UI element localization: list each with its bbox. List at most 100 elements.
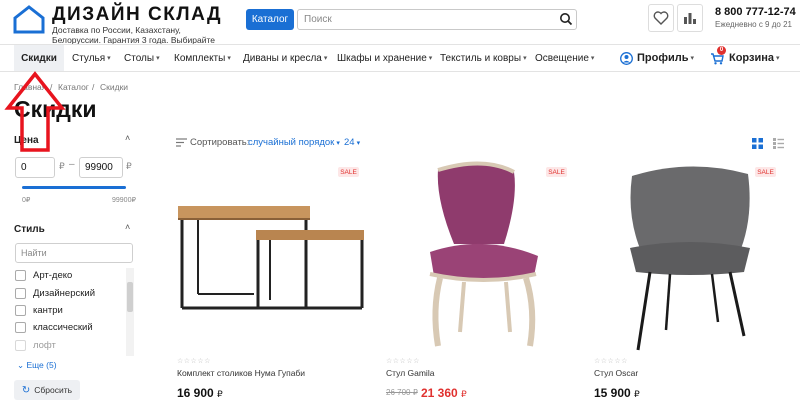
style-option-label: лофт xyxy=(33,339,56,351)
profile-label: Профиль xyxy=(637,52,689,64)
style-option-label: классический xyxy=(33,321,93,333)
product-image[interactable] xyxy=(620,160,760,352)
grid-view-icon[interactable] xyxy=(752,138,763,149)
range-max-label: 99900₽ xyxy=(112,197,136,204)
chevron-down-icon: ▾ xyxy=(107,55,111,62)
style-option[interactable]: Арт-деко xyxy=(15,268,72,282)
product-sale-price: 21 360 ₽ xyxy=(421,386,467,400)
product-name[interactable]: Комплект столиков Нума Гупаби xyxy=(177,368,305,378)
style-option[interactable]: кантри xyxy=(15,303,63,317)
annotation-arrow xyxy=(4,71,66,152)
nav-item-tables[interactable]: Столы ▾ xyxy=(124,45,160,71)
style-option-label: Арт-деко xyxy=(33,269,73,281)
search-icon[interactable] xyxy=(559,12,573,26)
nav-item-storage[interactable]: Шкафы и хранение ▾ xyxy=(337,45,432,71)
nav-item-label: Шкафы и хранение xyxy=(337,52,427,64)
cart-menu[interactable]: 0 Корзина ▾ xyxy=(710,45,780,71)
refresh-icon: ↻ xyxy=(21,384,31,396)
nav-item-discounts[interactable]: Скидки xyxy=(14,45,64,71)
old-price-value: 26 700 xyxy=(386,388,411,397)
chevron-down-icon: ▾ xyxy=(523,55,527,62)
user-icon xyxy=(620,51,633,65)
product-name[interactable]: Стул Gamila xyxy=(386,368,434,378)
checkbox[interactable] xyxy=(15,321,26,333)
sort-icon xyxy=(176,138,187,147)
show-more-styles[interactable]: ⌄ Еще (5) xyxy=(17,360,57,371)
rating-stars: ☆☆☆☆☆ xyxy=(386,358,420,365)
heart-icon xyxy=(653,11,669,25)
nav-item-lighting[interactable]: Освещение ▾ xyxy=(535,45,594,71)
search-input[interactable]: Поиск xyxy=(297,9,577,30)
chevron-down-icon: ▾ xyxy=(323,55,328,62)
style-option[interactable]: лофт xyxy=(15,338,56,352)
product-price: 15 900 ₽ xyxy=(594,386,640,400)
price-max-input[interactable]: 99900 xyxy=(79,157,123,178)
range-min-label: 0₽ xyxy=(22,197,31,204)
profile-menu[interactable]: Профиль ▾ xyxy=(620,45,694,71)
sort-select[interactable]: случайный порядок ▾ xyxy=(248,137,340,148)
currency-sign: ₽ xyxy=(126,161,132,171)
sort-label: Сортировать: xyxy=(190,137,250,148)
brand-name[interactable]: ДИЗАЙН СКЛАД xyxy=(52,4,222,26)
currency-sign: ₽ xyxy=(634,389,640,399)
show-more-label: Еще (5) xyxy=(26,360,57,370)
chevron-up-icon[interactable]: ˄ xyxy=(125,133,130,143)
chevron-down-icon: ▾ xyxy=(336,140,340,147)
brand-tagline: Доставка по России, Казахстану, Белорусс… xyxy=(52,25,215,45)
logo-house-icon[interactable] xyxy=(12,4,46,34)
nav-item-label: Текстиль и ковры xyxy=(440,52,522,64)
product-old-price: 26 700 ₽ xyxy=(386,388,418,397)
style-filter-title[interactable]: Стиль xyxy=(14,224,45,235)
per-page-select[interactable]: 24 ▾ xyxy=(344,137,360,148)
nav-item-label: Столы xyxy=(124,52,155,64)
nav-item-label: Комплекты xyxy=(174,52,226,64)
nav-item-label: Освещение xyxy=(535,52,589,64)
phone-number[interactable]: 8 800 777-12-74 xyxy=(715,6,796,18)
reset-filters-button[interactable]: ↻ Сбросить xyxy=(14,380,80,400)
checkbox[interactable] xyxy=(15,339,26,351)
rating-stars: ☆☆☆☆☆ xyxy=(177,358,211,365)
style-search-input[interactable]: Найти xyxy=(15,243,133,263)
checkbox[interactable] xyxy=(15,287,26,299)
reset-label: Сбросить xyxy=(34,385,73,395)
chevron-down-icon: ▾ xyxy=(776,55,780,62)
nav-item-label: Стулья xyxy=(72,52,106,64)
sort-value: случайный порядок xyxy=(248,137,335,148)
checkbox[interactable] xyxy=(15,304,26,316)
nav-item-sets[interactable]: Комплекты ▾ xyxy=(174,45,231,71)
price-range-slider[interactable] xyxy=(22,186,126,189)
style-option-label: кантри xyxy=(33,304,63,316)
nav-item-label: Диваны и кресла xyxy=(243,52,322,64)
nav-item-chairs[interactable]: Стулья ▾ xyxy=(72,45,111,71)
chevron-down-icon: ▾ xyxy=(156,55,160,62)
range-dash: – xyxy=(69,159,75,170)
nav-item-sofas[interactable]: Диваны и кресла ▾ xyxy=(243,45,327,71)
compare-chart-icon xyxy=(684,13,696,24)
chevron-down-icon: ▾ xyxy=(356,140,361,147)
price-min-input[interactable]: 0 xyxy=(15,157,55,178)
chevron-down-icon: ▾ xyxy=(428,55,433,62)
style-option[interactable]: Дизайнерский xyxy=(15,286,95,300)
chevron-down-icon: ▾ xyxy=(227,55,231,62)
compare-button[interactable] xyxy=(677,4,703,32)
product-image[interactable] xyxy=(418,160,550,352)
product-name[interactable]: Стул Oscar xyxy=(594,368,638,378)
breadcrumb-current: Скидки xyxy=(100,82,129,92)
per-page-value: 24 xyxy=(344,137,355,148)
favorites-button[interactable] xyxy=(648,4,674,32)
currency-sign: ₽ xyxy=(59,161,65,171)
product-image[interactable] xyxy=(170,196,370,314)
chevron-up-icon[interactable]: ˄ xyxy=(125,222,130,232)
sale-badge: SALE xyxy=(338,167,359,177)
scrollbar-thumb[interactable] xyxy=(127,282,133,312)
style-option[interactable]: классический xyxy=(15,320,93,334)
rating-stars: ☆☆☆☆☆ xyxy=(594,358,628,365)
catalog-button[interactable]: Каталог xyxy=(246,9,294,30)
breadcrumb-separator: / xyxy=(92,82,95,92)
product-price: 16 900 ₽ xyxy=(177,386,223,400)
style-option-label: Дизайнерский xyxy=(33,287,96,299)
checkbox[interactable] xyxy=(15,269,26,281)
list-view-icon[interactable] xyxy=(773,138,784,149)
nav-item-textile[interactable]: Текстиль и ковры ▾ xyxy=(440,45,527,71)
cart-count-badge: 0 xyxy=(717,45,726,55)
